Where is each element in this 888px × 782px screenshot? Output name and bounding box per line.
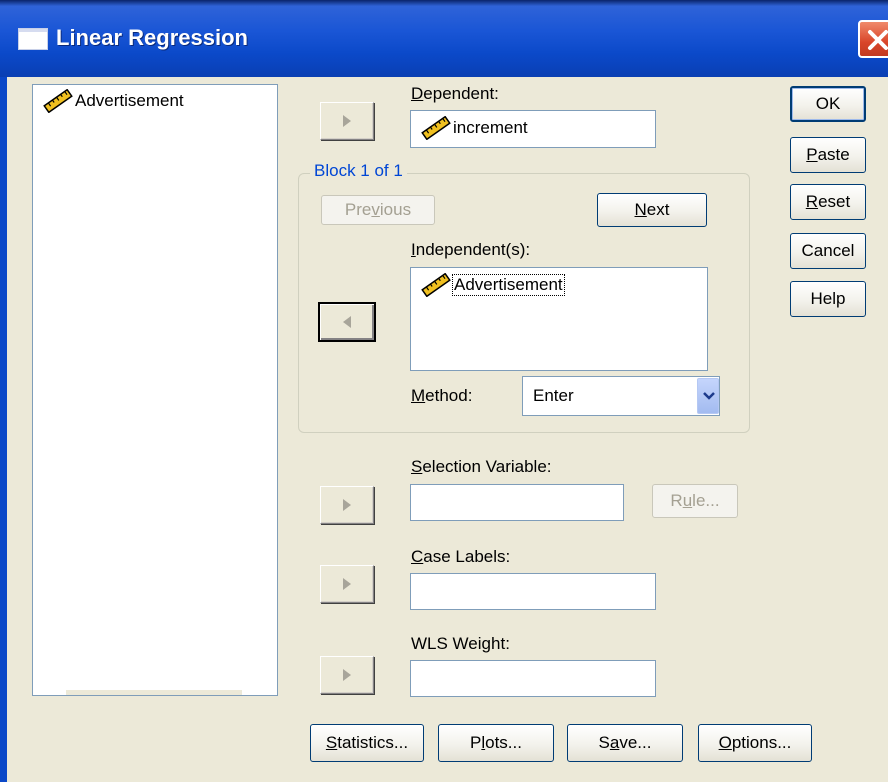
move-to-dependent-button[interactable] [320,102,374,140]
window-frame [0,77,7,782]
method-select[interactable]: Enter [522,376,720,416]
options-button[interactable]: Options... [698,724,812,762]
case-labels-label: Case Labels: [411,547,511,566]
window-title: Linear Regression [56,25,248,50]
selection-variable-label: Selection Variable: [411,457,552,476]
cancel-button[interactable]: Cancel [790,233,866,269]
scale-ruler-icon [421,273,451,297]
window-icon [18,28,48,50]
list-item-label: Advertisement [452,274,565,296]
list-bottom-edge [66,690,242,695]
list-item[interactable]: Advertisement [419,273,565,297]
save-button[interactable]: Sa ve... [567,724,683,762]
rule-button[interactable]: Ru le... [652,484,738,518]
method-value: Enter [533,386,574,405]
arrow-right-icon [343,669,351,681]
help-button[interactable]: Help [790,281,866,317]
list-item-label: Advertisement [75,91,184,110]
arrow-left-icon [343,316,351,328]
plots-button[interactable]: Pl ots... [438,724,554,762]
dependent-value: increment [453,118,528,137]
case-labels-field[interactable] [410,573,656,610]
chevron-down-icon [703,392,715,400]
list-item[interactable]: Advertisement [41,89,184,113]
move-to-case-labels-button[interactable] [320,565,374,603]
close-icon [868,30,888,50]
wls-weight-label: WLS Weight: [411,634,510,653]
independents-list[interactable]: Advertisement [410,267,708,371]
move-to-wls-weight-button[interactable] [320,656,374,694]
ok-button[interactable]: OK [790,86,866,122]
scale-ruler-icon [421,116,451,140]
arrow-right-icon [343,499,351,511]
previous-button[interactable]: Pre v ious [321,195,435,225]
scale-ruler-icon [43,89,73,113]
dependent-variable[interactable]: increment [419,116,528,140]
arrow-right-icon [343,115,351,127]
block-legend: Block 1 of 1 [310,161,407,181]
arrow-right-icon [343,578,351,590]
variable-list[interactable]: Advertisement [32,84,278,696]
selection-variable-field[interactable] [410,484,624,521]
independents-label: Independent(s): [411,240,531,259]
paste-button[interactable]: Paste [790,137,866,173]
statistics-button[interactable]: Statistics... [310,724,424,762]
wls-weight-field[interactable] [410,660,656,697]
method-label: Method: [411,386,473,405]
reset-button[interactable]: Reset [790,184,866,220]
next-button[interactable]: Next [597,193,707,227]
method-dropdown-button[interactable] [697,378,719,414]
close-button[interactable] [858,20,888,58]
dependent-label: Dependent: [411,84,499,103]
move-to-independents-button[interactable] [318,302,376,342]
dependent-field[interactable]: increment [410,110,656,148]
move-to-selection-button[interactable] [320,486,374,524]
